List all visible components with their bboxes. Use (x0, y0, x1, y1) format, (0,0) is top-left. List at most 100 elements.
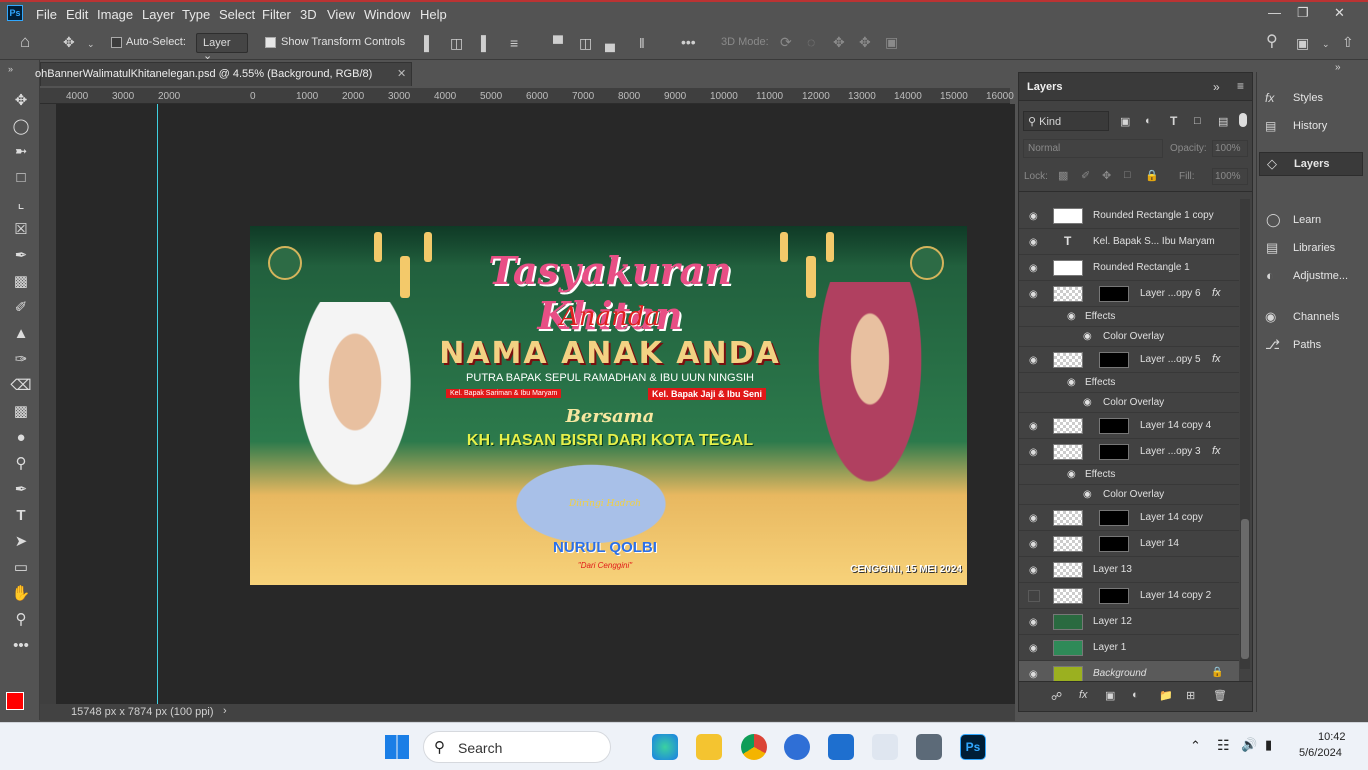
dock-item-styles[interactable]: fx Styles (1257, 86, 1368, 112)
effect-row[interactable]: ◉ Color Overlay (1019, 393, 1239, 413)
menu-3d[interactable]: 3D (300, 7, 317, 22)
layer-row[interactable]: ◉ T Kel. Bapak S... Ibu Maryam (1019, 229, 1239, 255)
move-tool-icon[interactable]: ✥ (10, 91, 32, 111)
filter-pixel-icon[interactable]: ▣ (1120, 115, 1130, 128)
dodge-tool-icon[interactable]: ⚲ (10, 454, 32, 474)
chevron-down-icon[interactable]: ⌄ (87, 37, 95, 51)
collapse-dock-icon[interactable]: » (1335, 62, 1341, 73)
workspace-icon[interactable]: ▣ (1296, 36, 1309, 50)
lock-artboard-icon[interactable]: □ (1124, 169, 1131, 181)
layers-list[interactable]: ◉ Rounded Rectangle 1 copy ◉ T Kel. Bapak S… (1019, 191, 1252, 681)
battery-icon[interactable]: ▮ (1265, 737, 1272, 753)
collapse-tools-icon[interactable]: » (8, 62, 13, 76)
visibility-eye-icon[interactable]: ◉ (1029, 539, 1038, 550)
visibility-eye-icon[interactable]: ◉ (1029, 211, 1038, 222)
visibility-toggle-off[interactable] (1028, 590, 1040, 602)
fx-icon[interactable]: fx (1212, 353, 1221, 365)
layer-row[interactable]: Layer 14 copy 2 (1019, 583, 1239, 609)
pen-tool-icon[interactable]: ✒ (10, 480, 32, 500)
volume-icon[interactable]: 🔊 (1241, 737, 1257, 753)
close-window-icon[interactable]: ✕ (1334, 5, 1345, 21)
history-brush-tool-icon[interactable]: ✑ (10, 350, 32, 370)
share-icon[interactable]: ⇧ (1342, 35, 1354, 49)
eraser-tool-icon[interactable]: ⌫ (10, 376, 32, 396)
align-center-icon[interactable]: ◫ (450, 36, 463, 50)
panel-menu-icon[interactable]: ≡ (1237, 79, 1244, 93)
type-tool-icon[interactable]: T (10, 506, 32, 526)
layers-scrollbar[interactable] (1240, 199, 1250, 669)
roll-3d-icon[interactable]: ◌ (807, 35, 815, 49)
visibility-eye-icon[interactable]: ◉ (1029, 513, 1038, 524)
expand-panel-icon[interactable]: » (1213, 80, 1220, 94)
add-style-icon[interactable]: fx (1079, 689, 1088, 701)
close-tab-icon[interactable]: ✕ (397, 67, 406, 80)
align-top-icon[interactable]: ▀ (553, 36, 563, 50)
align-left-icon[interactable]: ▌ (424, 36, 434, 50)
frame-tool-icon[interactable]: ☒ (10, 220, 32, 240)
visibility-eye-icon[interactable]: ◉ (1029, 289, 1038, 300)
search-icon[interactable]: ⚲ (1266, 34, 1278, 50)
stamp-tool-icon[interactable]: ▲ (10, 324, 32, 344)
app-icon[interactable] (784, 734, 810, 760)
dock-item-paths[interactable]: ⎇ Paths (1257, 333, 1368, 359)
fx-icon[interactable]: fx (1212, 287, 1221, 299)
path-select-tool-icon[interactable]: ➤ (10, 532, 32, 552)
dock-item-learn[interactable]: ◯ Learn (1257, 208, 1368, 234)
layer-row[interactable]: ◉ Layer 13 (1019, 557, 1239, 583)
more-options-icon[interactable]: ••• (681, 35, 696, 49)
gradient-tool-icon[interactable]: ▩ (10, 402, 32, 422)
effect-eye-icon[interactable]: ◉ (1083, 331, 1092, 342)
add-mask-icon[interactable]: ▣ (1105, 689, 1115, 702)
opacity-input[interactable]: 100% (1212, 140, 1248, 157)
align-bottom-icon[interactable]: ▄ (605, 36, 615, 50)
edit-toolbar-icon[interactable]: ••• (10, 636, 32, 656)
menu-view[interactable]: View (327, 7, 355, 22)
layer-row[interactable]: ◉ Layer 1 (1019, 635, 1239, 661)
filter-kind-dropdown[interactable]: ⚲ Kind (1023, 111, 1109, 131)
menu-layer[interactable]: Layer (142, 7, 175, 22)
brush-tool-icon[interactable]: ✐ (10, 298, 32, 318)
visibility-eye-icon[interactable]: ◉ (1029, 565, 1038, 576)
foreground-color-swatch[interactable] (6, 692, 24, 710)
effect-eye-icon[interactable]: ◉ (1067, 377, 1076, 388)
status-chevron-icon[interactable]: › (223, 705, 227, 717)
banner-artwork[interactable]: Tasyakuran Khitan Ananda NAMA ANAK ANDA … (250, 226, 967, 585)
visibility-eye-icon[interactable]: ◉ (1029, 355, 1038, 366)
slide-3d-icon[interactable]: ✥ (859, 35, 871, 49)
auto-select-dropdown[interactable]: Layer ⌄ (196, 33, 248, 62)
pan-3d-icon[interactable]: ✥ (833, 35, 845, 49)
menu-type[interactable]: Type (182, 7, 210, 22)
filter-adjustment-icon[interactable]: ◐ (1145, 115, 1152, 127)
effects-row[interactable]: ◉ Effects (1019, 373, 1239, 393)
object-select-tool-icon[interactable]: □ (10, 168, 32, 188)
layer-row-selected[interactable]: ◉ Background 🔒 (1019, 661, 1239, 681)
crop-tool-icon[interactable]: ⌞ (10, 194, 32, 214)
layer-row[interactable]: ◉ Rounded Rectangle 1 (1019, 255, 1239, 281)
layer-row[interactable]: ◉ Rounded Rectangle 1 copy (1019, 203, 1239, 229)
hand-tool-icon[interactable]: ✋ (10, 584, 32, 604)
lock-position-icon[interactable]: ✥ (1102, 169, 1111, 182)
file-explorer-icon[interactable] (696, 734, 722, 760)
effects-row[interactable]: ◉ Effects (1019, 465, 1239, 485)
dock-item-history[interactable]: ▤ History (1257, 114, 1368, 140)
snipping-tool-icon[interactable] (872, 734, 898, 760)
distribute-vertical-icon[interactable]: ‖ (639, 36, 645, 50)
scale-3d-icon[interactable]: ▣ (885, 35, 898, 49)
filter-smart-object-icon[interactable]: ▤ (1218, 115, 1228, 128)
workspace-chevron-icon[interactable]: ⌄ (1322, 37, 1330, 51)
lock-all-icon[interactable]: 🔒 (1145, 169, 1159, 182)
filter-type-icon[interactable]: T (1170, 114, 1177, 128)
dock-item-libraries[interactable]: ▤ Libraries (1257, 236, 1368, 262)
auto-select-checkbox[interactable] (111, 37, 122, 48)
link-layers-icon[interactable]: ☍ (1051, 690, 1062, 703)
fill-input[interactable]: 100% (1212, 168, 1248, 185)
filter-shape-icon[interactable]: □ (1194, 115, 1201, 127)
calculator-icon[interactable] (916, 734, 942, 760)
visibility-eye-icon[interactable]: ◉ (1029, 643, 1038, 654)
document-tab[interactable]: ohBannerWalimatulKhitanelegan.psd @ 4.55… (35, 62, 412, 86)
menu-filter[interactable]: Filter (262, 7, 291, 22)
adjustment-layer-icon[interactable]: ◐ (1132, 689, 1139, 701)
marquee-tool-icon[interactable]: ◯ (10, 117, 32, 137)
delete-layer-icon[interactable]: 🗑 (1213, 689, 1227, 702)
effect-row[interactable]: ◉ Color Overlay (1019, 485, 1239, 505)
